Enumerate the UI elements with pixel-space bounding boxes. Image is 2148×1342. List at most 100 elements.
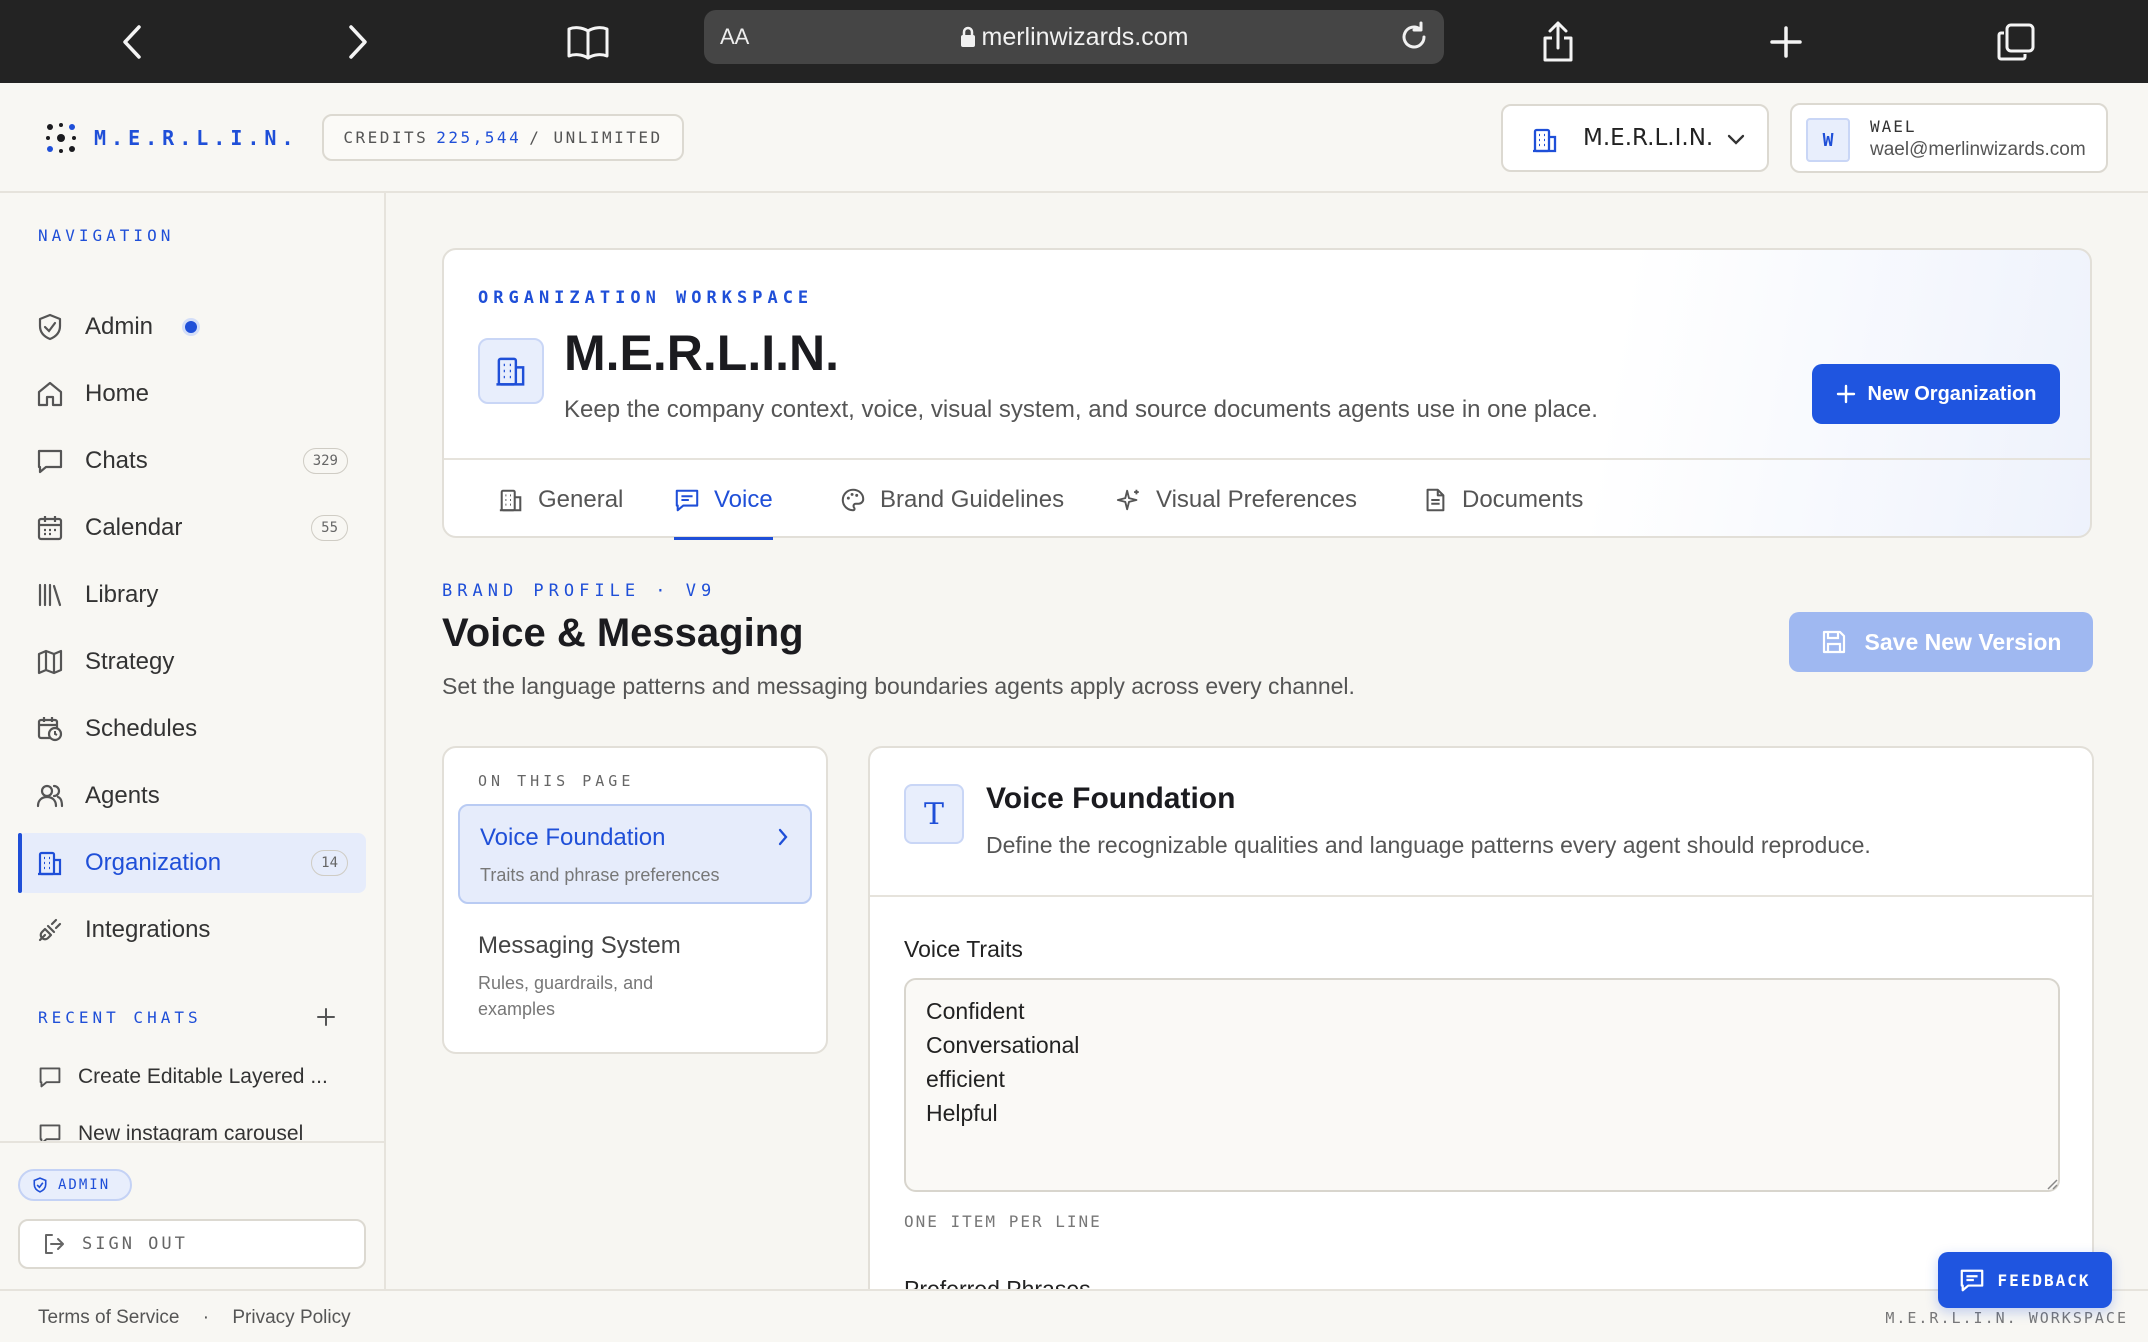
credits-value: 225,544	[436, 128, 522, 147]
shield-icon	[38, 313, 62, 341]
sidebar: NAVIGATION Admin Home Chats 329 Calendar…	[0, 193, 386, 1289]
sign-out-button[interactable]: SIGN OUT	[18, 1219, 366, 1269]
credits-label: CREDITS	[343, 128, 429, 147]
toc-item-voice-foundation[interactable]: Voice Foundation Traits and phrase prefe…	[458, 804, 812, 904]
sidebar-item-label: Strategy	[85, 648, 175, 675]
sidebar-item-library[interactable]: Library	[18, 565, 366, 625]
user-menu[interactable]: W WAEL wael@merlinwizards.com	[1790, 103, 2108, 173]
sidebar-item-calendar[interactable]: Calendar 55	[18, 498, 366, 558]
tab-label: Visual Preferences	[1156, 486, 1357, 513]
chevron-right-icon	[778, 828, 788, 846]
voice-foundation-card: T Voice Foundation Define the recognizab…	[868, 746, 2094, 1289]
voice-traits-hint: ONE ITEM PER LINE	[904, 1212, 1102, 1231]
recent-chat-title: Create Editable Layered ...	[78, 1065, 328, 1088]
sidebar-footer: ADMIN SIGN OUT	[0, 1141, 384, 1289]
building-icon	[499, 489, 522, 512]
url-text: merlinwizards.com	[704, 23, 1444, 52]
reload-icon[interactable]	[1398, 21, 1430, 53]
plug-icon	[38, 918, 62, 942]
library-icon	[38, 583, 62, 607]
new-tab-button[interactable]	[1758, 14, 1814, 70]
sign-out-label: SIGN OUT	[82, 1234, 188, 1254]
sidebar-item-label: Organization	[85, 849, 222, 876]
preferred-phrases-label: Preferred Phrases	[904, 1276, 1091, 1289]
main-content: ORGANIZATION WORKSPACE M.E.R.L.I.N. Keep…	[386, 193, 2148, 1289]
tabs-overview-button[interactable]	[1988, 14, 2044, 70]
forward-button[interactable]	[330, 14, 386, 70]
chevron-left-icon	[123, 25, 141, 59]
tab-label: General	[538, 486, 624, 513]
toc-item-subtitle: Rules, guardrails, and examples	[478, 973, 654, 1019]
terms-link[interactable]: Terms of Service	[38, 1307, 179, 1328]
bookmarks-button[interactable]	[560, 14, 616, 70]
voice-traits-textarea[interactable]: Confident Conversational efficient Helpf…	[904, 978, 2060, 1192]
resize-handle-icon[interactable]	[2046, 1178, 2058, 1190]
page-footer: Terms of Service · Privacy Policy M.E.R.…	[0, 1289, 2148, 1342]
recent-chat-item[interactable]: Create Editable Layered ...	[38, 1057, 328, 1097]
tab-general[interactable]: General	[498, 460, 623, 540]
organization-selector[interactable]: M.E.R.L.I.N.	[1501, 104, 1769, 172]
save-new-version-button[interactable]: Save New Version	[1789, 612, 2093, 672]
footer-separator: ·	[202, 1307, 210, 1328]
sidebar-item-label: Chats	[85, 447, 148, 474]
sidebar-item-integrations[interactable]: Integrations	[18, 900, 366, 960]
plus-icon	[1836, 384, 1855, 404]
add-chat-icon[interactable]	[316, 1007, 336, 1027]
active-indicator	[18, 833, 22, 893]
sidebar-item-organization[interactable]: Organization 14	[18, 833, 366, 893]
count-badge: 55	[311, 515, 348, 541]
sidebar-item-chats[interactable]: Chats 329	[18, 431, 366, 491]
privacy-link[interactable]: Privacy Policy	[232, 1307, 350, 1328]
notification-dot	[185, 321, 197, 333]
admin-role-badge: ADMIN	[18, 1169, 132, 1201]
app-header: M.E.R.L.I.N. CREDITS 225,544 / UNLIMITED…	[0, 83, 2148, 193]
url-value: merlinwizards.com	[981, 22, 1189, 51]
voice-traits-label: Voice Traits	[904, 936, 1023, 962]
user-email: wael@merlinwizards.com	[1870, 139, 2086, 160]
logo-text: M.E.R.L.I.N.	[94, 126, 299, 150]
tab-visual-preferences[interactable]: Visual Preferences	[1116, 460, 1357, 540]
org-eyebrow: ORGANIZATION WORKSPACE	[478, 288, 814, 308]
feedback-button[interactable]: FEEDBACK	[1938, 1252, 2112, 1308]
sidebar-item-label: Admin	[85, 313, 154, 340]
share-icon	[1543, 21, 1573, 62]
divider	[870, 895, 2092, 897]
sign-out-icon	[45, 1234, 64, 1254]
organization-selector-value: M.E.R.L.I.N.	[1583, 125, 1714, 151]
tab-voice[interactable]: Voice	[674, 460, 773, 540]
sidebar-item-strategy[interactable]: Strategy	[18, 632, 366, 692]
card-description: Define the recognizable qualities and la…	[986, 832, 1871, 858]
tab-documents[interactable]: Documents	[1422, 460, 1583, 540]
message-icon	[675, 489, 699, 512]
sidebar-item-label: Calendar	[85, 514, 183, 541]
browser-toolbar: AA merlinwizards.com	[0, 0, 2148, 83]
tab-label: Voice	[714, 486, 773, 513]
navigation-heading: NAVIGATION	[38, 226, 175, 245]
toc-item-messaging-system[interactable]: Messaging System Rules, guardrails, and …	[458, 914, 812, 1019]
sidebar-item-label: Schedules	[85, 715, 198, 742]
save-new-version-label: Save New Version	[1864, 628, 2062, 655]
count-badge: 329	[302, 448, 348, 474]
sidebar-item-home[interactable]: Home	[18, 364, 366, 424]
palette-icon	[841, 488, 865, 512]
share-button[interactable]	[1530, 14, 1586, 70]
address-bar[interactable]: AA merlinwizards.com	[704, 10, 1444, 64]
chevron-right-icon	[349, 25, 367, 59]
sidebar-item-admin[interactable]: Admin	[18, 297, 366, 357]
tab-brand-guidelines[interactable]: Brand Guidelines	[840, 460, 1064, 540]
tab-label: Brand Guidelines	[880, 486, 1065, 513]
building-icon	[496, 357, 525, 386]
org-description: Keep the company context, voice, visual …	[564, 396, 1598, 423]
organization-tabs: General Voice Brand Guidelines Visual Pr…	[444, 458, 2090, 540]
sidebar-item-label: Library	[85, 581, 159, 608]
credits-suffix: / UNLIMITED	[529, 128, 663, 147]
sidebar-item-agents[interactable]: Agents	[18, 766, 366, 826]
sidebar-item-schedules[interactable]: Schedules	[18, 699, 366, 759]
app-logo[interactable]: M.E.R.L.I.N.	[46, 123, 299, 153]
back-button[interactable]	[104, 14, 160, 70]
new-organization-button[interactable]: New Organization	[1812, 364, 2060, 424]
type-icon: T	[904, 784, 964, 844]
logo-icon	[46, 123, 76, 153]
save-icon	[1822, 630, 1845, 654]
book-icon	[567, 26, 609, 60]
